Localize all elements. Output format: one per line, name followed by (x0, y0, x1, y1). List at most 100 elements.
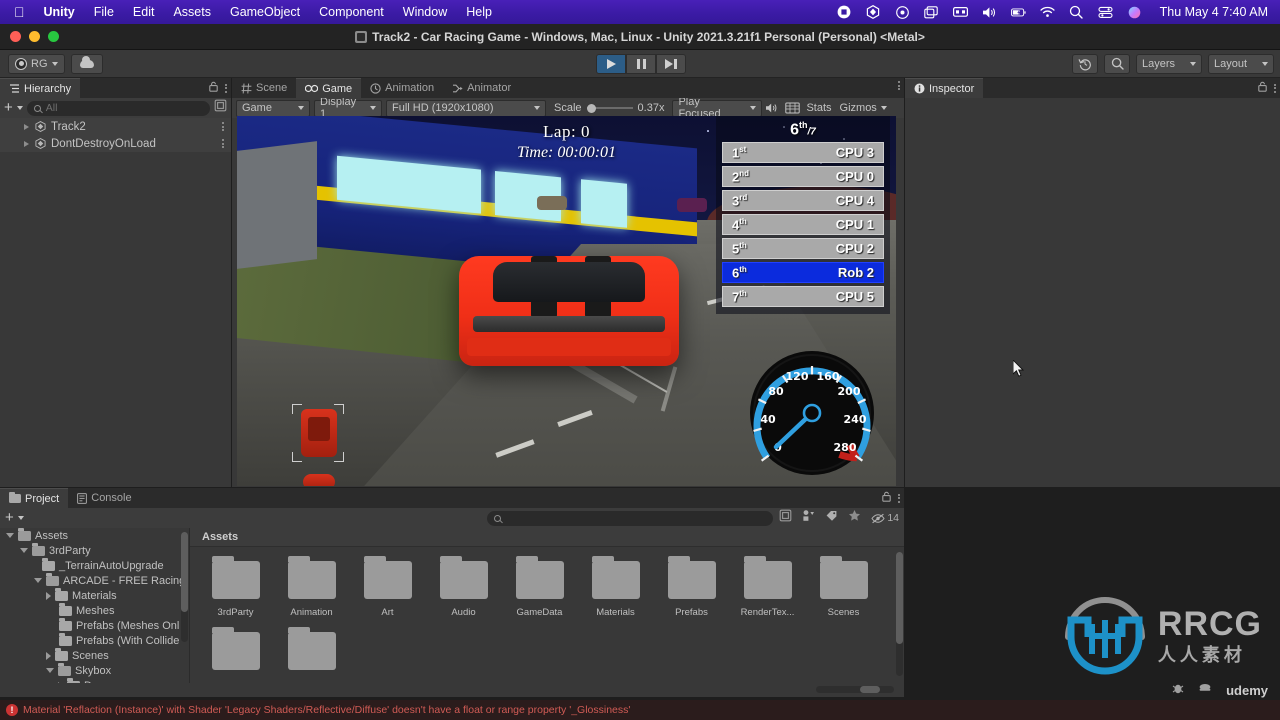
asset-item[interactable] (280, 627, 343, 678)
kebab-menu-icon[interactable] (898, 81, 900, 90)
game-resolution-dropdown[interactable]: Full HD (1920x1080) (386, 99, 546, 117)
collab-icon[interactable] (1198, 681, 1212, 698)
display-icon[interactable] (952, 5, 968, 20)
hierarchy-view-options-icon[interactable] (214, 99, 227, 117)
asset-item[interactable]: GameData (508, 556, 571, 618)
create-asset-button[interactable]: + (5, 510, 14, 525)
tab-console[interactable]: Console (68, 488, 140, 508)
tree-item-day[interactable]: Day (0, 678, 189, 683)
unity-hub-icon[interactable] (866, 5, 881, 20)
save-search-icon[interactable] (779, 509, 792, 527)
chevron-down-icon[interactable] (20, 548, 28, 553)
chevron-right-icon[interactable] (24, 123, 29, 130)
tree-item-assets[interactable]: Assets (0, 528, 189, 543)
tree-item-scenes[interactable]: Scenes (0, 648, 189, 663)
scale-slider[interactable] (586, 103, 633, 113)
menu-file[interactable]: File (94, 5, 114, 19)
hidden-assets-count[interactable]: 14 (871, 512, 899, 524)
tree-scrollbar[interactable] (181, 532, 188, 642)
lock-icon[interactable] (209, 81, 218, 95)
chevron-right-icon[interactable] (46, 591, 51, 600)
kebab-menu-icon[interactable] (222, 139, 224, 148)
menu-gameobject[interactable]: GameObject (230, 5, 300, 19)
chevron-right-icon[interactable] (58, 681, 63, 683)
asset-item[interactable]: Animation (280, 556, 343, 618)
asset-item[interactable]: Art (356, 556, 419, 618)
step-button[interactable] (656, 53, 686, 74)
chevron-down-icon[interactable] (17, 516, 24, 520)
game-scale-control[interactable]: Scale 0.37x (554, 102, 664, 114)
hierarchy-item-dontdestroyonload[interactable]: DontDestroyOnLoad (0, 135, 231, 152)
menu-edit[interactable]: Edit (133, 5, 155, 19)
tree-item-skybox[interactable]: Skybox (0, 663, 189, 678)
siri-icon[interactable] (1127, 5, 1142, 20)
pause-button[interactable] (626, 53, 656, 74)
project-asset-grid[interactable]: Assets 3rdParty Animation Art Audio Game… (190, 528, 904, 683)
breadcrumb[interactable]: Assets (190, 528, 904, 547)
lock-icon[interactable] (1258, 81, 1267, 95)
game-viewmode-dropdown[interactable]: Game (236, 99, 310, 117)
chevron-down-icon[interactable] (34, 578, 42, 583)
asset-item[interactable] (204, 627, 267, 678)
volume-icon[interactable] (982, 5, 997, 20)
tree-item-materials[interactable]: Materials (0, 588, 189, 603)
kebab-menu-icon[interactable] (222, 122, 224, 131)
tree-item-arcade-free-racing[interactable]: ARCADE - FREE Racing (0, 573, 189, 588)
game-playmode-dropdown[interactable]: Play Focused (672, 96, 763, 120)
type-filter-icon[interactable] (802, 509, 815, 527)
chevron-right-icon[interactable] (24, 140, 29, 147)
chevron-right-icon[interactable] (46, 651, 51, 660)
tree-item-meshes[interactable]: Meshes (0, 603, 189, 618)
chevron-down-icon[interactable] (6, 533, 14, 538)
menu-component[interactable]: Component (319, 5, 384, 19)
frame-debugger-icon[interactable] (782, 102, 802, 114)
menu-bar-clock[interactable]: Thu May 4 7:40 AM (1160, 5, 1268, 19)
undo-history-button[interactable] (1072, 53, 1098, 74)
chevron-down-icon[interactable] (880, 106, 887, 110)
layout-dropdown[interactable]: Layout (1208, 53, 1274, 74)
bug-icon[interactable] (1171, 681, 1185, 698)
project-folder-tree[interactable]: Assets 3rdParty _TerrainAutoUpgrade ARCA… (0, 528, 190, 683)
chevron-down-icon[interactable] (16, 106, 23, 110)
cloud-services-button[interactable] (70, 53, 103, 74)
kebab-menu-icon[interactable] (225, 83, 227, 93)
chevron-down-icon[interactable] (46, 668, 54, 673)
asset-item[interactable]: 3rdParty (204, 556, 267, 618)
apple-logo-icon[interactable]:  (14, 5, 25, 19)
gizmos-button[interactable]: Gizmos (840, 102, 877, 114)
kebab-menu-icon[interactable] (1274, 83, 1276, 93)
wifi-icon[interactable] (1039, 5, 1055, 20)
kebab-menu-icon[interactable] (898, 493, 900, 503)
tab-project[interactable]: Project (0, 488, 69, 508)
asset-item[interactable]: Materials (584, 556, 647, 618)
mission-control-icon[interactable] (923, 5, 939, 20)
grid-scrollbar[interactable] (896, 552, 903, 676)
menu-assets[interactable]: Assets (173, 5, 211, 19)
add-gameobject-button[interactable]: + (4, 100, 13, 115)
lock-icon[interactable] (882, 491, 891, 505)
record-stop-icon[interactable] (837, 5, 852, 20)
favorite-star-icon[interactable] (848, 509, 861, 527)
asset-item[interactable]: RenderTex... (736, 556, 799, 618)
tree-item-prefabs-meshes-only[interactable]: Prefabs (Meshes Onl (0, 618, 189, 633)
hierarchy-item-track2[interactable]: Track2 (0, 118, 231, 135)
status-bar[interactable]: ! Material 'Reflaction (Instance)' with … (0, 700, 1280, 720)
stats-button[interactable]: Stats (806, 102, 831, 114)
project-search-input[interactable] (487, 510, 774, 526)
control-center-icon[interactable] (1098, 5, 1113, 20)
hierarchy-search-input[interactable]: All (26, 100, 210, 116)
tree-item-terrainautoupgrade[interactable]: _TerrainAutoUpgrade (0, 558, 189, 573)
tab-animator[interactable]: Animator (443, 78, 520, 98)
tab-hierarchy[interactable]: Hierarchy (0, 78, 81, 98)
tree-item-prefabs-with-colliders[interactable]: Prefabs (With Collide (0, 633, 189, 648)
asset-item[interactable]: Prefabs (660, 556, 723, 618)
menu-help[interactable]: Help (466, 5, 492, 19)
tab-scene[interactable]: Scene (232, 78, 296, 98)
label-filter-icon[interactable] (825, 509, 838, 527)
tab-inspector[interactable]: Inspector (905, 78, 984, 98)
battery-icon[interactable] (1010, 5, 1026, 20)
spotlight-search-icon[interactable] (1069, 5, 1084, 20)
scale-slider-knob[interactable] (586, 103, 596, 113)
tab-game[interactable]: Game (296, 78, 362, 98)
asset-item[interactable]: Audio (432, 556, 495, 618)
